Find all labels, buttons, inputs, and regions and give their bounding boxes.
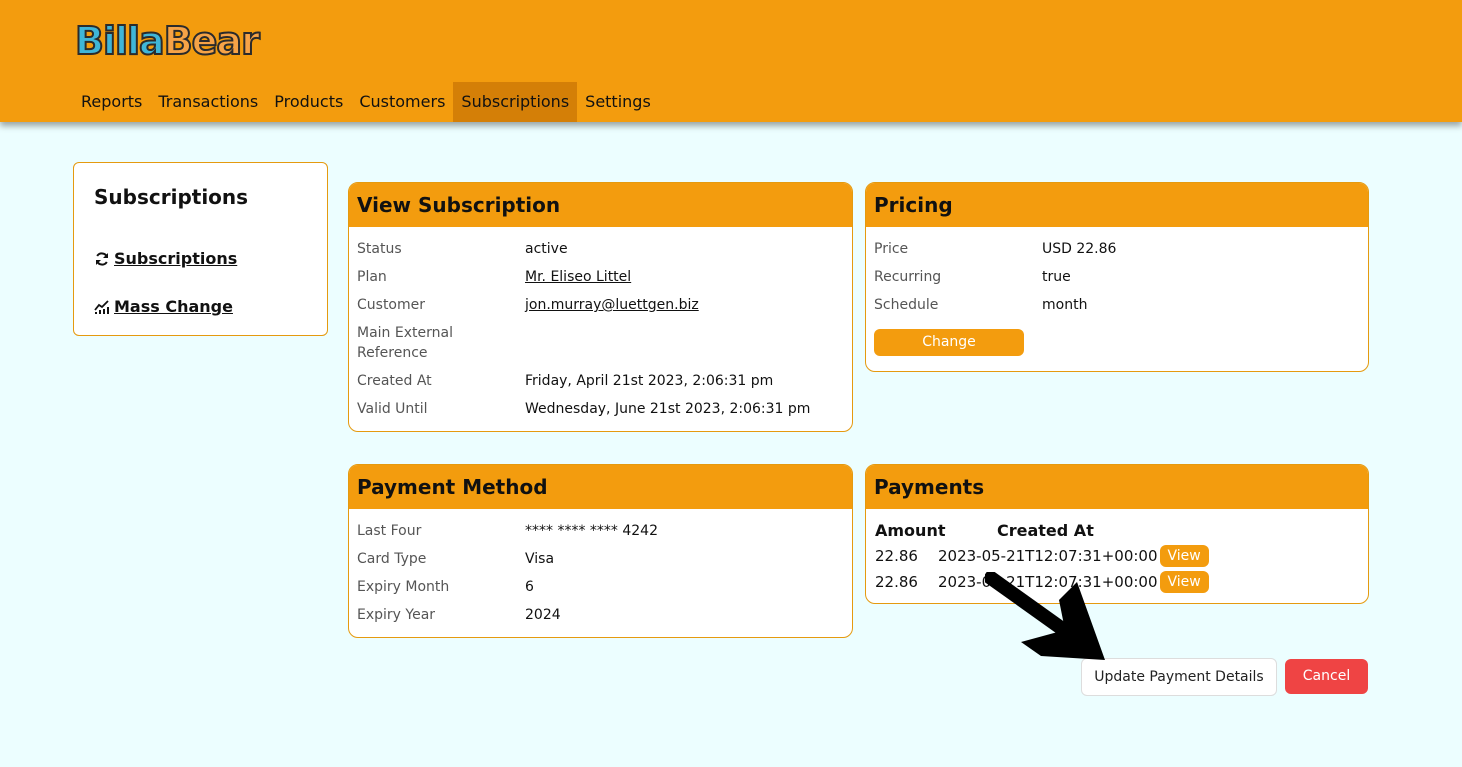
- detail-key: Price: [874, 241, 909, 257]
- card-title: Payments: [866, 465, 1368, 509]
- detail-row: Created At Friday, April 21st 2023, 2:06…: [357, 367, 844, 395]
- detail-key: Plan: [357, 269, 387, 285]
- sidebar-link-mass-change[interactable]: Mass Change: [94, 297, 233, 316]
- update-payment-details-button[interactable]: Update Payment Details: [1081, 658, 1277, 696]
- valid-until-value: Wednesday, June 21st 2023, 2:06:31 pm: [525, 401, 811, 417]
- logo-part-1: Billa: [74, 18, 166, 64]
- nav-products[interactable]: Products: [266, 82, 351, 122]
- change-button[interactable]: Change: [874, 329, 1024, 356]
- table-row: 22.86 2023-05-21T12:07:31+00:00 View: [875, 543, 1360, 569]
- sidebar-panel: Subscriptions Subscriptions Mass Change: [73, 162, 328, 336]
- detail-key: Schedule: [874, 297, 939, 313]
- sidebar-title: Subscriptions: [94, 185, 249, 209]
- created-at-value: Friday, April 21st 2023, 2:06:31 pm: [525, 373, 774, 389]
- payments-card: Payments Amount Created At 22.86 2023-05…: [865, 464, 1369, 604]
- cancel-button[interactable]: Cancel: [1285, 659, 1368, 694]
- view-subscription-card: View Subscription Status active Plan Mr.…: [348, 182, 853, 432]
- recurring-value: true: [1042, 269, 1071, 285]
- refresh-icon: [96, 251, 108, 266]
- main-nav: Reports Transactions Products Customers …: [73, 82, 659, 122]
- detail-key: Recurring: [874, 269, 942, 285]
- payment-method-card: Payment Method Last Four **** **** **** …: [348, 464, 853, 638]
- detail-key: Customer: [357, 297, 426, 313]
- detail-key: Valid Until: [357, 401, 428, 417]
- nav-customers[interactable]: Customers: [351, 82, 453, 122]
- detail-key: Last Four: [357, 523, 422, 539]
- card-title: Pricing: [866, 183, 1368, 227]
- detail-row: Status active: [357, 235, 844, 263]
- sidebar-link-label: Mass Change: [114, 297, 233, 316]
- chart-icon: [94, 299, 109, 314]
- status-value: active: [525, 241, 568, 257]
- billabear-logo[interactable]: BillaBear: [74, 18, 261, 64]
- detail-row: Recurring true: [874, 263, 1360, 291]
- detail-row: Schedule month: [874, 291, 1360, 319]
- payment-created-at: 2023-05-21T12:07:31+00:00: [938, 547, 1158, 565]
- view-payment-button[interactable]: View: [1159, 545, 1209, 567]
- payment-amount: 22.86: [875, 547, 918, 565]
- table-row: 22.86 2023-04-21T12:07:31+00:00 View: [875, 569, 1360, 595]
- card-type-value: Visa: [525, 551, 555, 567]
- detail-row: Card Type Visa: [357, 545, 844, 573]
- sidebar-link-label: Subscriptions: [114, 249, 238, 268]
- nav-transactions[interactable]: Transactions: [150, 82, 266, 122]
- customer-link[interactable]: jon.murray@luettgen.biz: [525, 291, 699, 315]
- detail-row: Main External Reference: [357, 319, 844, 367]
- detail-key: Main External Reference: [357, 325, 453, 361]
- expiry-year-value: 2024: [525, 607, 561, 623]
- expiry-month-value: 6: [525, 579, 534, 595]
- schedule-value: month: [1042, 297, 1088, 313]
- detail-row: Expiry Year 2024: [357, 601, 844, 629]
- detail-row: Price USD 22.86: [874, 235, 1360, 263]
- detail-key: Expiry Year: [357, 607, 436, 623]
- detail-row: Expiry Month 6: [357, 573, 844, 601]
- created-at-header: Created At: [997, 520, 1094, 540]
- detail-row: Last Four **** **** **** 4242: [357, 517, 844, 545]
- last-four-value: **** **** **** 4242: [525, 523, 658, 539]
- detail-row: Valid Until Wednesday, June 21st 2023, 2…: [357, 395, 844, 423]
- sidebar-link-subscriptions[interactable]: Subscriptions: [94, 249, 237, 268]
- view-payment-button[interactable]: View: [1159, 571, 1209, 593]
- amount-header: Amount: [875, 520, 946, 540]
- detail-key: Expiry Month: [357, 579, 450, 595]
- top-header: BillaBear Reports Transactions Products …: [0, 0, 1462, 122]
- payments-table-header: Amount Created At: [875, 517, 1360, 543]
- logo-part-2: Bear: [163, 18, 261, 64]
- nav-subscriptions[interactable]: Subscriptions: [453, 82, 578, 122]
- detail-key: Status: [357, 241, 402, 257]
- detail-row: Customer jon.murray@luettgen.biz: [357, 291, 844, 319]
- pricing-card: Pricing Price USD 22.86 Recurring true S…: [865, 182, 1369, 372]
- plan-link[interactable]: Mr. Eliseo Littel: [525, 263, 631, 287]
- pointer-arrow-icon: [985, 572, 1105, 660]
- detail-row: Plan Mr. Eliseo Littel: [357, 263, 844, 291]
- payment-amount: 22.86: [875, 573, 918, 591]
- detail-key: Card Type: [357, 551, 427, 567]
- price-value: USD 22.86: [1042, 241, 1117, 257]
- nav-reports[interactable]: Reports: [73, 82, 150, 122]
- nav-settings[interactable]: Settings: [577, 82, 659, 122]
- detail-key: Created At: [357, 373, 432, 389]
- card-title: View Subscription: [349, 183, 852, 227]
- card-title: Payment Method: [349, 465, 852, 509]
